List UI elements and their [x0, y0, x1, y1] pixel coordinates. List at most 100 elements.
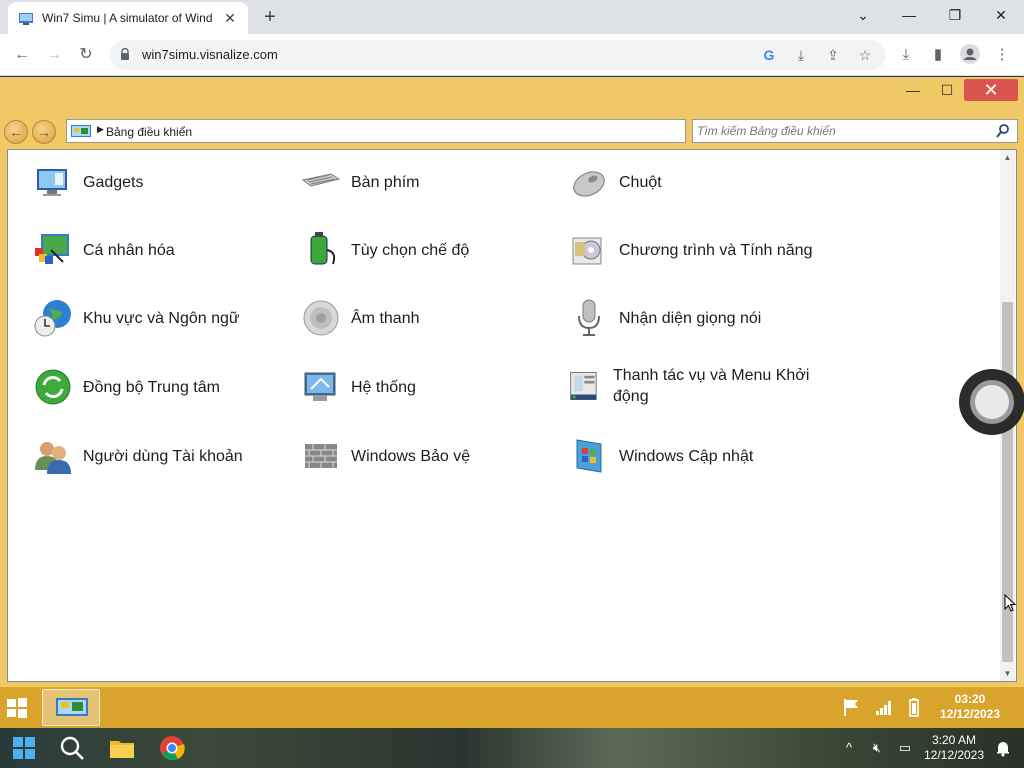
cp-item-power-options[interactable]: Tùy chọn chế độ	[301, 228, 469, 272]
cp-item-label: Hệ thống	[351, 378, 416, 396]
mouse-cursor-icon	[1004, 594, 1016, 612]
search-icon[interactable]	[58, 734, 86, 762]
scroll-up-arrow-icon[interactable]: ▲	[1003, 153, 1012, 162]
browser-tab-title: Win7 Simu | A simulator of Wind	[42, 11, 213, 25]
browser-restore-button[interactable]: ❐	[932, 4, 978, 28]
cp-item-keyboard[interactable]: Bàn phím	[301, 160, 419, 204]
network-signal-icon[interactable]	[874, 697, 894, 717]
win7-window-controls: — ☐ ✕	[896, 79, 1018, 103]
speech-recognition-icon	[578, 299, 600, 336]
win7-taskbar: 03:20 12/12/2023	[0, 687, 1024, 728]
user-accounts-icon	[35, 442, 71, 474]
reload-icon[interactable]: ↻	[74, 43, 98, 67]
taskbar-control-panel-button[interactable]	[42, 689, 100, 726]
forward-arrow-icon[interactable]: →	[42, 43, 66, 67]
win7-maximize-button[interactable]: ☐	[930, 79, 964, 101]
cp-item-gadgets[interactable]: Gadgets	[33, 160, 143, 204]
search-icon[interactable]	[995, 123, 1011, 139]
win7-clock[interactable]: 03:20 12/12/2023	[930, 692, 1010, 722]
win7-control-panel-window: — ☐ ✕ ← → ▶ Bảng điều khiển Tìm kiếm Bản…	[0, 77, 1024, 687]
region-language-icon	[34, 300, 71, 337]
browser-toolbar: ← → ↻ win7simu.visnalize.com G ⤓ ⇪ ☆ ⤓ ▮…	[0, 34, 1024, 76]
side-panel-icon[interactable]: ▮	[927, 44, 949, 66]
win7-minimize-button[interactable]: —	[896, 79, 930, 101]
floating-assistive-touch-button[interactable]	[959, 369, 1024, 435]
cp-item-system[interactable]: Hệ thống	[301, 365, 416, 409]
browser-close-button[interactable]: ✕	[978, 4, 1024, 28]
cp-item-label: Chuột	[619, 173, 662, 191]
win7-address-bar[interactable]: ▶ Bảng điều khiển	[66, 119, 686, 143]
win7simu-favicon-icon	[19, 13, 33, 25]
win7-start-button-icon[interactable]	[6, 697, 28, 719]
windows-update-icon	[576, 439, 602, 473]
cp-item-personalization[interactable]: Cá nhân hóa	[33, 228, 175, 272]
floating-button-inner	[970, 380, 1014, 424]
cp-item-sound[interactable]: Âm thanh	[301, 296, 419, 340]
tab-search-icon[interactable]: ⌄	[840, 4, 886, 28]
file-explorer-icon[interactable]	[108, 734, 136, 762]
cp-item-windows-update[interactable]: Windows Cập nhật	[569, 434, 753, 478]
share-icon[interactable]: ⇪	[824, 46, 842, 64]
win7-search-box[interactable]	[692, 119, 1018, 143]
win7-back-button[interactable]: ←	[4, 120, 28, 144]
google-lens-icon[interactable]: G	[760, 46, 778, 64]
bookmark-star-icon[interactable]: ☆	[856, 46, 874, 64]
cp-item-windows-defender[interactable]: Windows Bảo vệ	[301, 434, 470, 478]
volume-muted-icon[interactable]: 🔇︎	[868, 739, 886, 757]
os-taskbar: ^ 🔇︎ ▭ 3:20 AM 12/12/2023	[0, 728, 1024, 768]
cp-item-label: Gadgets	[83, 173, 144, 191]
new-tab-button[interactable]: +	[258, 6, 282, 30]
cp-item-label: Tùy chọn chế độ	[351, 241, 470, 259]
cp-item-label: Windows Bảo vệ	[351, 447, 471, 465]
cp-item-label: Người dùng Tài khoản	[83, 447, 243, 465]
tray-chevron-icon[interactable]: ^	[840, 739, 858, 757]
back-arrow-icon[interactable]: ←	[10, 43, 34, 67]
mouse-icon	[573, 171, 605, 197]
address-bar[interactable]: win7simu.visnalize.com G ⤓ ⇪ ☆	[110, 40, 886, 70]
browser-tab[interactable]: Win7 Simu | A simulator of Wind ✕	[8, 2, 248, 34]
windows-defender-icon	[305, 444, 337, 468]
cp-item-label: Âm thanh	[351, 309, 420, 327]
cp-item-label: Windows Cập nhật	[619, 447, 754, 465]
profile-avatar-icon[interactable]	[959, 44, 981, 66]
control-panel-icon	[71, 125, 91, 137]
cp-item-region-language[interactable]: Khu vực và Ngôn ngữ	[33, 296, 240, 340]
network-icon[interactable]: ▭	[896, 739, 914, 757]
cp-item-speech-recognition[interactable]: Nhận diện giọng nói	[569, 296, 761, 340]
notification-bell-icon[interactable]	[994, 739, 1012, 757]
breadcrumb[interactable]: Bảng điều khiển	[106, 125, 192, 139]
close-tab-icon[interactable]: ✕	[222, 10, 238, 27]
battery-icon[interactable]	[904, 697, 924, 717]
chrome-browser-icon[interactable]	[158, 734, 186, 762]
install-app-icon[interactable]: ⤓	[792, 46, 810, 64]
cp-item-user-accounts[interactable]: Người dùng Tài khoản	[33, 434, 243, 478]
system-icon	[304, 372, 336, 401]
kebab-menu-icon[interactable]: ⋮	[991, 44, 1013, 66]
cp-item-label: Bàn phím	[351, 173, 420, 191]
windows-start-icon[interactable]	[10, 734, 38, 762]
downloads-icon[interactable]: ⤓	[895, 44, 917, 66]
cp-item-mouse[interactable]: Chuột	[569, 160, 662, 204]
cp-item-programs-features[interactable]: Chương trình và Tính năng	[569, 228, 812, 272]
browser-tab-strip: Win7 Simu | A simulator of Wind ✕ + ⌄ — …	[0, 0, 1024, 34]
win7-forward-button[interactable]: →	[32, 120, 56, 144]
control-panel-content: Gadgets Bàn phím Chuột Cá nhân hóa Tùy c…	[7, 149, 1017, 682]
power-options-icon	[310, 232, 336, 265]
cp-item-taskbar-start-menu[interactable]: Thanh tác vụ và Menu Khởi động	[569, 354, 823, 418]
scroll-down-arrow-icon[interactable]: ▼	[1003, 669, 1012, 678]
win7-close-button[interactable]: ✕	[964, 79, 1018, 101]
win7-date: 12/12/2023	[939, 707, 1001, 721]
win7-search-input[interactable]	[697, 123, 987, 139]
os-clock[interactable]: 3:20 AM 12/12/2023	[920, 733, 988, 763]
os-date: 12/12/2023	[923, 748, 985, 762]
cp-item-label: Cá nhân hóa	[83, 241, 175, 259]
personalization-icon	[35, 234, 69, 264]
cp-item-sync-center[interactable]: Đồng bộ Trung tâm	[33, 365, 220, 409]
lock-icon	[121, 48, 129, 60]
action-center-flag-icon[interactable]	[842, 697, 862, 717]
browser-minimize-button[interactable]: —	[886, 4, 932, 28]
taskbar-start-menu-icon	[570, 371, 597, 401]
breadcrumb-arrow-icon[interactable]: ▶	[97, 124, 104, 135]
gadgets-icon	[37, 169, 67, 196]
keyboard-icon	[301, 173, 341, 187]
